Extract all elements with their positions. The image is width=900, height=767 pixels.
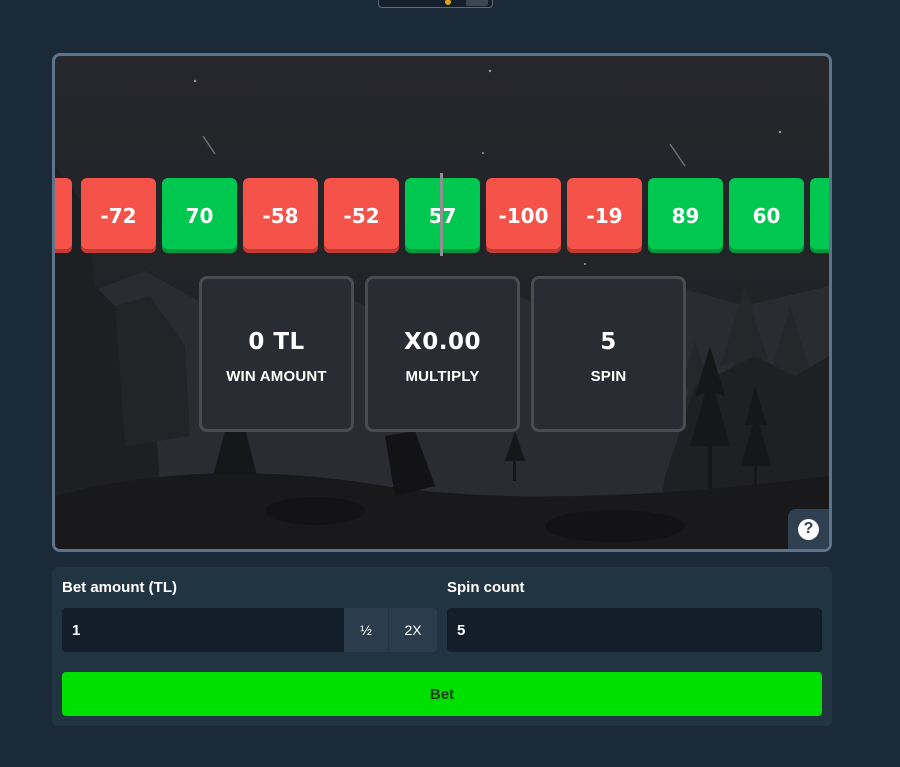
tile-value: 89 <box>671 203 700 228</box>
tile-value: -19 <box>586 203 623 228</box>
multiply-value: X0.00 <box>404 329 481 355</box>
reel-tile: - <box>55 178 72 253</box>
reel-tile: 89 <box>648 178 723 253</box>
spin-count-input[interactable]: 5 <box>447 608 822 652</box>
tile-value: -52 <box>343 203 380 228</box>
bet-amount-value: 1 <box>72 622 81 639</box>
bet-button[interactable]: Bet <box>62 672 822 716</box>
reel-tile <box>810 178 829 253</box>
top-tab-button[interactable] <box>466 0 488 6</box>
tile-value: -58 <box>262 203 299 228</box>
tile-value: -72 <box>100 203 137 228</box>
reel-tile: -52 <box>324 178 399 253</box>
spin-label: SPIN <box>590 368 627 385</box>
reel-tile: 60 <box>729 178 804 253</box>
half-bet-button[interactable]: ½ <box>344 608 388 652</box>
spin-count-label: Spin count <box>447 579 525 596</box>
tile-value: 70 <box>185 203 214 228</box>
reel-tile: -100 <box>486 178 561 253</box>
spin-value: 5 <box>600 329 617 355</box>
multiply-card: X0.00 MULTIPLY <box>365 276 520 432</box>
coin-icon <box>445 0 451 5</box>
tile-value: -100 <box>498 203 549 228</box>
reel-tile: -58 <box>243 178 318 253</box>
reel-marker <box>440 173 443 256</box>
win-amount-label: WIN AMOUNT <box>226 368 327 385</box>
double-bet-button[interactable]: 2X <box>389 608 437 652</box>
question-icon: ? <box>798 518 819 540</box>
reel-tile: 70 <box>162 178 237 253</box>
bet-amount-label: Bet amount (TL) <box>62 579 177 596</box>
top-tab[interactable] <box>378 0 493 8</box>
reel-tile: -72 <box>81 178 156 253</box>
win-amount-value: 0 TL <box>248 329 305 355</box>
bet-amount-input[interactable]: 1 <box>62 608 344 652</box>
multiply-label: MULTIPLY <box>405 368 480 385</box>
help-button[interactable]: ? <box>788 509 829 549</box>
tile-value: 60 <box>752 203 781 228</box>
spin-card: 5 SPIN <box>531 276 686 432</box>
game-frame: - -72 70 -58 -52 57 -100 -19 89 60 0 TL … <box>52 53 832 552</box>
win-amount-card: 0 TL WIN AMOUNT <box>199 276 354 432</box>
bet-panel: Bet amount (TL) 1 ½ 2X Spin count 5 Bet <box>52 567 832 726</box>
reel-tile: -19 <box>567 178 642 253</box>
spin-count-value: 5 <box>457 622 466 639</box>
